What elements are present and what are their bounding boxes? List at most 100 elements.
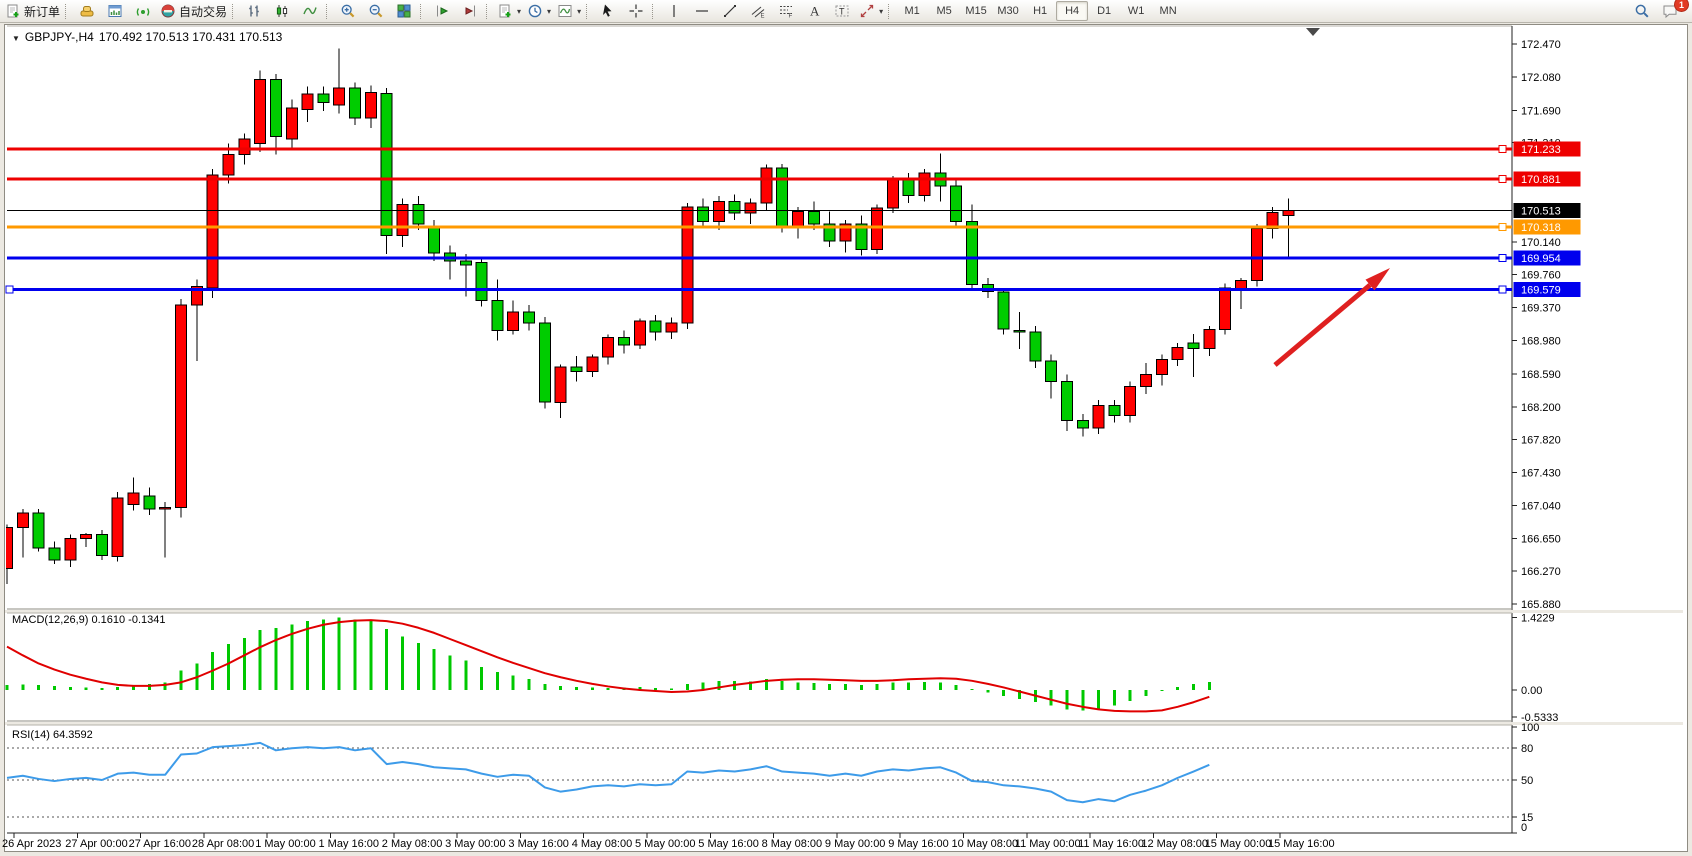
svg-text:0: 0	[1521, 822, 1527, 834]
toolbar-grip[interactable]	[888, 4, 892, 19]
panel-frames	[5, 26, 1683, 833]
hline-handle[interactable]	[1499, 146, 1506, 153]
candle-body	[777, 168, 788, 228]
timeframe-h1-button[interactable]: H1	[1024, 1, 1056, 21]
candlestick-chart-button[interactable]	[268, 0, 296, 22]
timeframe-m5-button[interactable]: M5	[928, 1, 960, 21]
svg-text:28 Apr 08:00: 28 Apr 08:00	[192, 838, 254, 850]
candle-body	[919, 173, 930, 195]
timeframe-m30-button[interactable]: M30	[992, 1, 1024, 21]
hline-handle[interactable]	[1499, 176, 1506, 183]
hline-handle[interactable]	[6, 286, 13, 293]
toolbar-grip[interactable]	[232, 4, 236, 19]
candle-body	[524, 312, 535, 323]
annotation-arrow[interactable]	[1275, 268, 1390, 365]
svg-text:3 May 00:00: 3 May 00:00	[445, 838, 506, 850]
channel-button[interactable]: E	[744, 0, 772, 22]
candle-body	[761, 168, 772, 203]
timeframe-d1-button[interactable]: D1	[1088, 1, 1120, 21]
chart-shift-marker[interactable]	[1306, 28, 1320, 36]
candle-body	[365, 92, 376, 118]
new-order-button[interactable]: 新订单	[2, 0, 63, 22]
time-axis[interactable]: 26 Apr 202327 Apr 00:0027 Apr 16:0028 Ap…	[2, 833, 1335, 850]
zoom-out-icon	[368, 3, 384, 19]
text-label-icon: T	[834, 3, 850, 19]
svg-text:15 May 16:00: 15 May 16:00	[1268, 838, 1335, 850]
candle-body	[17, 513, 28, 527]
price-axis[interactable]: 172.470172.080171.690171.310170.140169.7…	[1512, 39, 1561, 611]
text-button[interactable]: A	[800, 0, 828, 22]
periods-button[interactable]	[524, 0, 554, 22]
candle-body	[603, 337, 614, 357]
new-chart-button[interactable]	[494, 0, 524, 22]
candle-body	[1204, 330, 1215, 349]
symbol-dropdown-icon[interactable]	[12, 30, 20, 44]
toolbar-grip[interactable]	[652, 4, 656, 19]
auto-trading-button[interactable]: 自动交易	[157, 0, 230, 22]
candle-body	[1156, 359, 1167, 374]
chart-ohlc-values: 170.492 170.513 170.431 170.513	[99, 30, 283, 44]
signals-button[interactable]	[129, 0, 157, 22]
chart-symbol-period: GBPJPY-,H4	[25, 30, 94, 44]
svg-text:170.318: 170.318	[1521, 222, 1561, 234]
mt4-terminal: 新订单 自动交易 E F AT M1M5M15M30H1H4D1W1MN 1 172.470…	[0, 0, 1692, 856]
candle-body	[160, 507, 171, 509]
toolbar-grip[interactable]	[65, 4, 69, 19]
svg-text:1.4229: 1.4229	[1521, 612, 1555, 624]
templates-button[interactable]	[554, 0, 584, 22]
toolbar-grip[interactable]	[420, 4, 424, 19]
hline-handle[interactable]	[1499, 286, 1506, 293]
svg-text:10 May 08:00: 10 May 08:00	[952, 838, 1019, 850]
trend-line-icon	[722, 3, 738, 19]
hline-handle[interactable]	[1499, 223, 1506, 230]
tile-windows-icon	[396, 3, 412, 19]
cursor-arrow-icon	[600, 3, 616, 19]
search-button[interactable]	[1628, 0, 1656, 22]
toolbar-grip[interactable]	[486, 4, 490, 19]
timeframe-h4-button[interactable]: H4	[1056, 1, 1088, 21]
ohlc-bars-icon	[246, 3, 262, 19]
toolbar-grip[interactable]	[586, 4, 590, 19]
candle-body	[128, 493, 139, 505]
notifications-button[interactable]: 1	[1656, 0, 1684, 22]
timeframe-m1-button[interactable]: M1	[896, 1, 928, 21]
hline-handle[interactable]	[1499, 254, 1506, 261]
svg-text:F: F	[789, 14, 793, 20]
indicator-template-icon	[557, 3, 573, 19]
search-icon	[1634, 3, 1650, 19]
auto-scroll-button[interactable]	[428, 0, 456, 22]
vertical-line-button[interactable]	[660, 0, 688, 22]
candle-body	[302, 94, 313, 109]
trendline-button[interactable]	[716, 0, 744, 22]
zoom-out-button[interactable]	[362, 0, 390, 22]
toolbar-grip[interactable]	[326, 4, 330, 19]
svg-text:11 May 00:00: 11 May 00:00	[1015, 838, 1081, 850]
horizontal-line-button[interactable]	[688, 0, 716, 22]
svg-text:168.200: 168.200	[1521, 402, 1561, 414]
bar-chart-button[interactable]	[240, 0, 268, 22]
tile-windows-button[interactable]	[390, 0, 418, 22]
crosshair-button[interactable]	[622, 0, 650, 22]
shapes-button[interactable]	[856, 0, 886, 22]
timeframe-mn-button[interactable]: MN	[1152, 1, 1184, 21]
svg-text:1 May 16:00: 1 May 16:00	[319, 838, 380, 850]
charts-button[interactable]	[101, 0, 129, 22]
text-icon: A	[806, 3, 822, 19]
zoom-in-button[interactable]	[334, 0, 362, 22]
timeframe-w1-button[interactable]: W1	[1120, 1, 1152, 21]
line-chart-button[interactable]	[296, 0, 324, 22]
cursor-button[interactable]	[594, 0, 622, 22]
candle-body	[207, 175, 218, 288]
chart-shift-button[interactable]	[456, 0, 484, 22]
timeframe-m15-button[interactable]: M15	[960, 1, 992, 21]
fibonacci-button[interactable]: F	[772, 0, 800, 22]
candlesticks-icon	[274, 3, 290, 19]
candle-body	[239, 139, 250, 154]
svg-text:11 May 16:00: 11 May 16:00	[1078, 838, 1144, 850]
svg-text:2 May 08:00: 2 May 08:00	[382, 838, 443, 850]
fibonacci-icon: F	[778, 3, 794, 19]
candle-body	[2, 528, 13, 569]
finance-button[interactable]	[73, 0, 101, 22]
label-button[interactable]: T	[828, 0, 856, 22]
rsi-line	[7, 743, 1209, 802]
